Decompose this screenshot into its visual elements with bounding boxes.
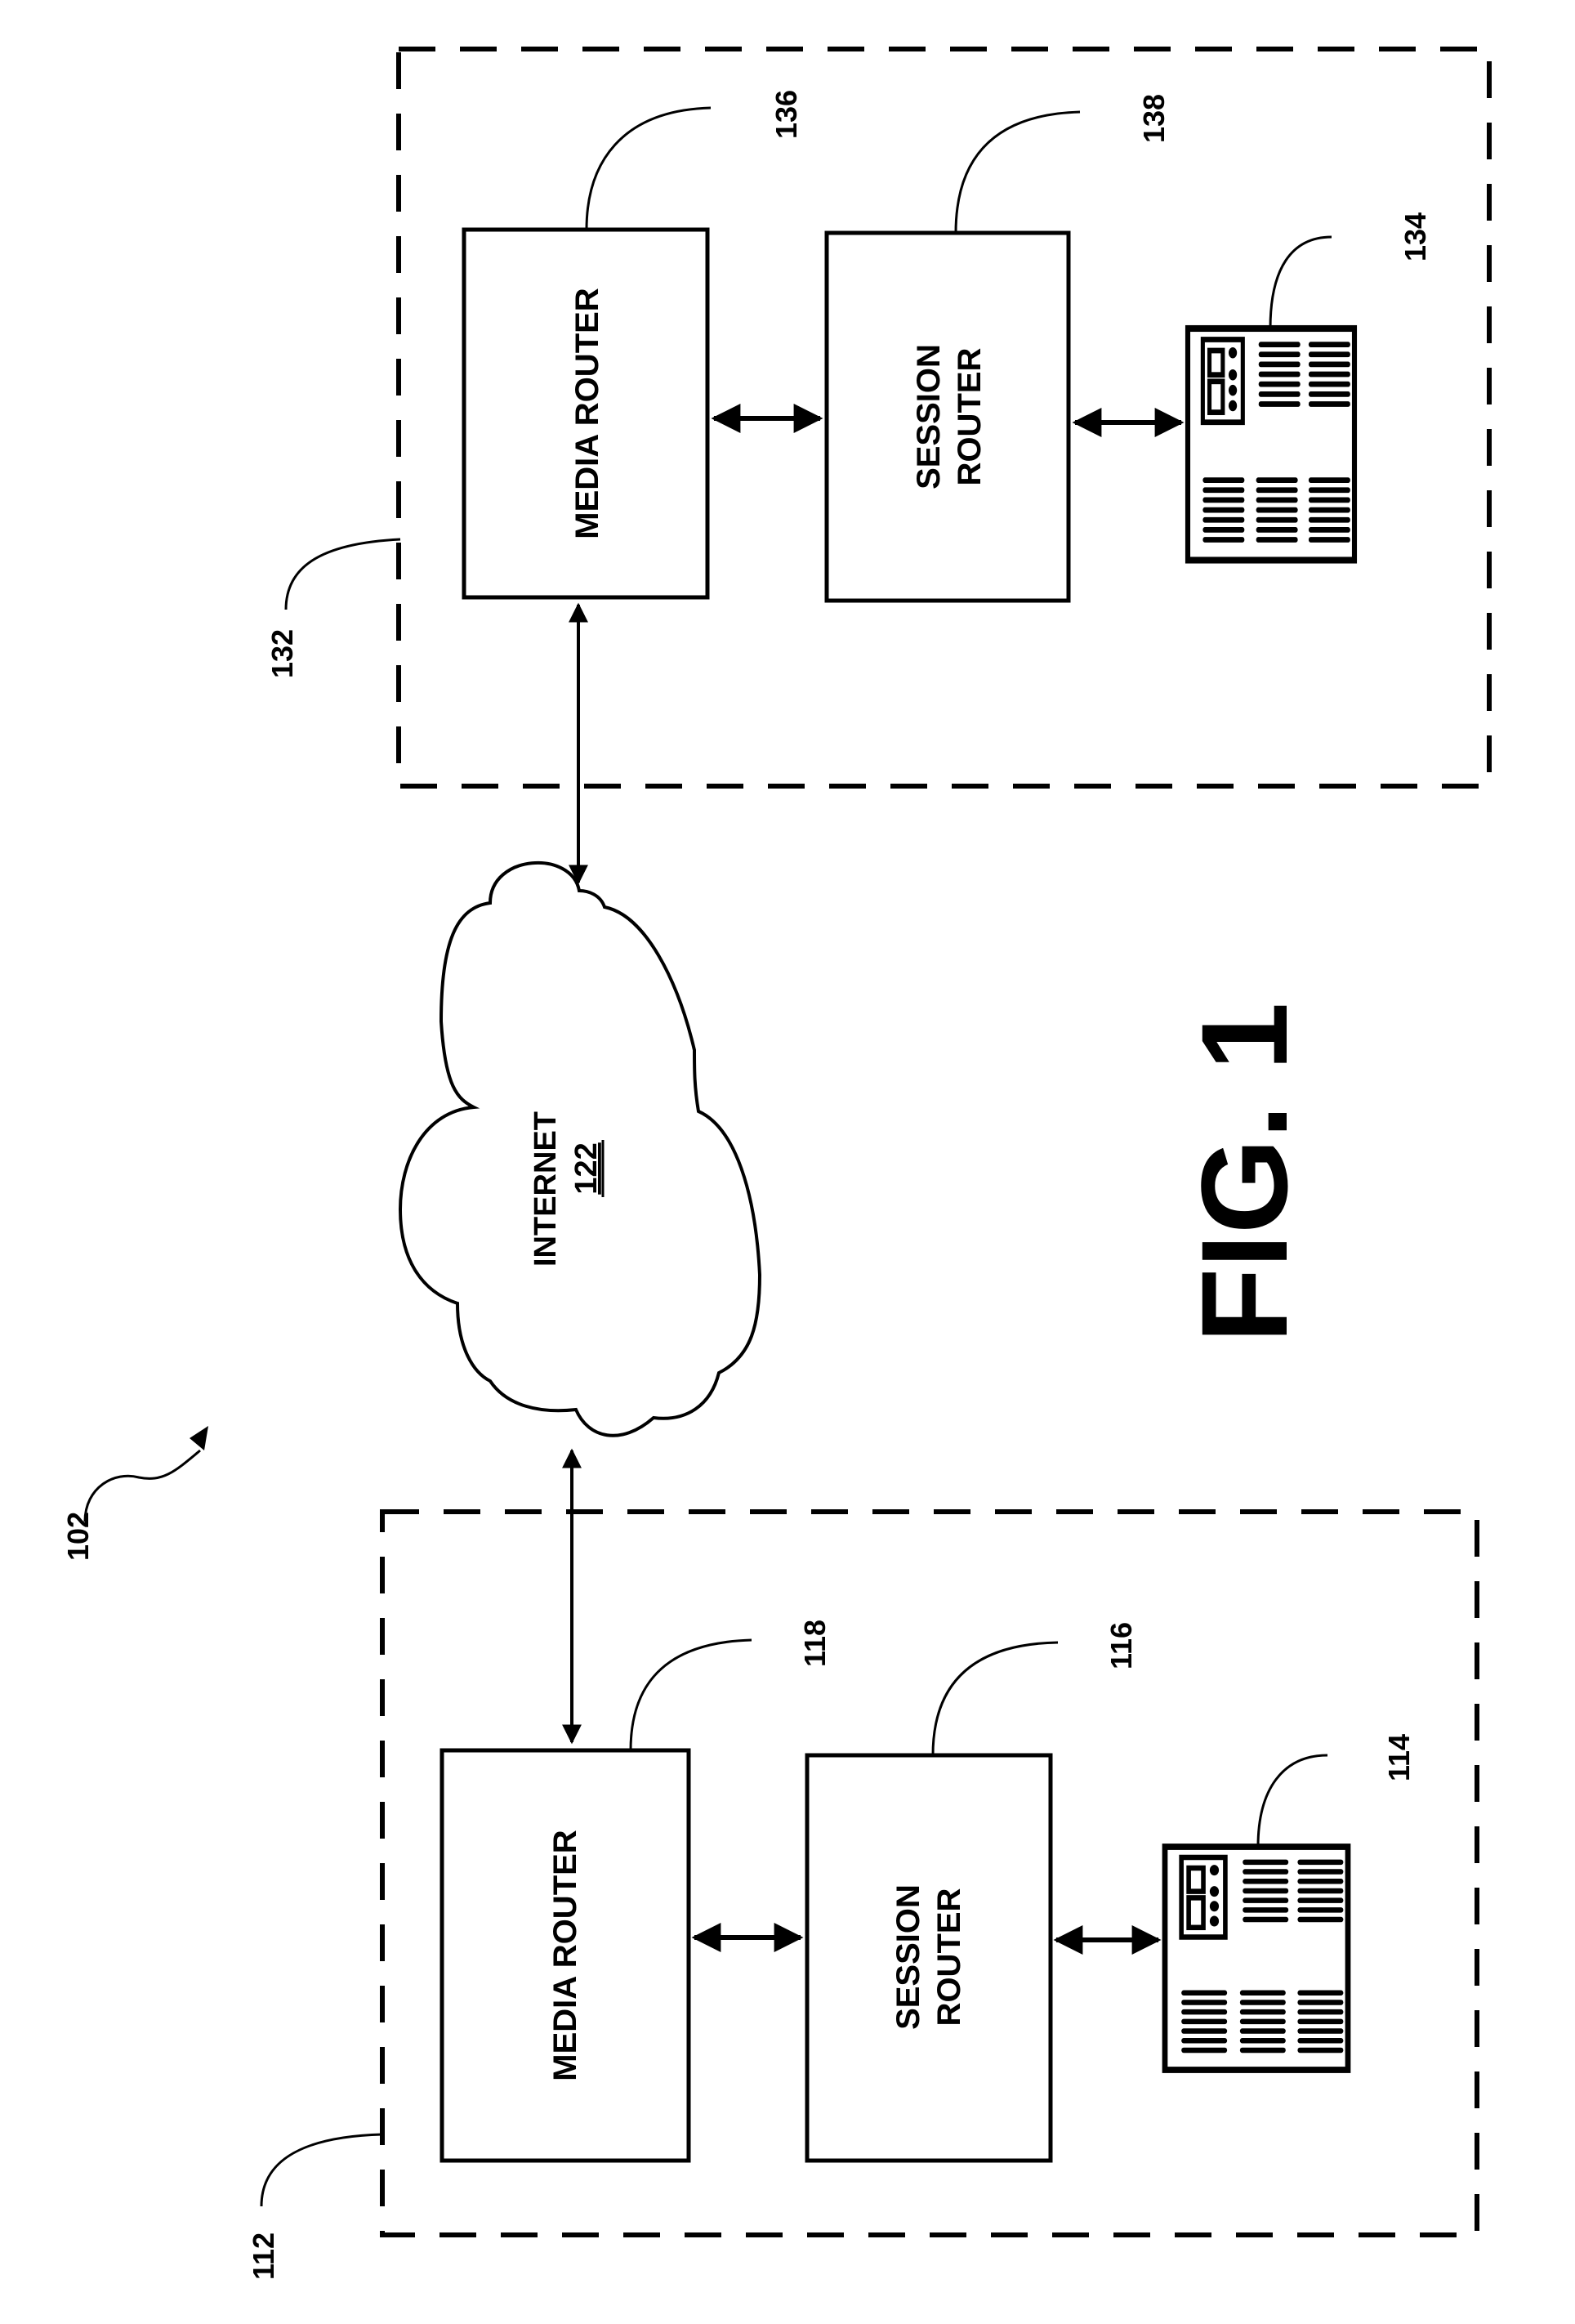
- network-diagram: 102 132 MEDIA ROUTER 136 SESSION ROUTER …: [61, 47, 1492, 2280]
- media-router-leader: [585, 106, 712, 230]
- site-112: 112 MEDIA ROUTER 118 SESSION ROUTER 116 …: [247, 1509, 1479, 2280]
- media-router-leader: [629, 1638, 752, 1751]
- system-ref-label: 102: [61, 1512, 95, 1561]
- ip-phone-icon[interactable]: [1188, 328, 1354, 561]
- internet-label: INTERNET: [529, 1111, 563, 1267]
- session-router-label-line1: SESSION: [890, 1884, 926, 2030]
- session-router-label-line2: ROUTER: [952, 347, 988, 485]
- phone-ref: 134: [1399, 212, 1432, 261]
- site-ref-label: 112: [247, 2232, 280, 2280]
- session-router-leader: [931, 1641, 1059, 1756]
- phone-leader: [1269, 235, 1332, 329]
- site-132: 132 MEDIA ROUTER 136 SESSION ROUTER 138 …: [265, 47, 1492, 789]
- figure-title: FIG. 1: [1176, 1003, 1313, 1343]
- media-router-ref: 136: [770, 90, 803, 139]
- session-router-ref: 138: [1137, 94, 1171, 143]
- session-router-ref: 116: [1104, 1622, 1138, 1669]
- ip-phone-icon[interactable]: [1165, 1847, 1348, 2070]
- site-ref-leader: [260, 2133, 383, 2207]
- session-router-box[interactable]: [824, 230, 1071, 603]
- internet-ref: 122: [569, 1142, 604, 1194]
- session-router-label-line2: ROUTER: [931, 1888, 967, 2026]
- phone-ref: 114: [1382, 1734, 1416, 1781]
- system-ref-arrowhead-icon: [190, 1426, 208, 1450]
- session-router-box[interactable]: [805, 1753, 1053, 2163]
- phone-leader: [1256, 1754, 1328, 1848]
- system-ref-leader: [83, 1449, 201, 1522]
- media-router-label: MEDIA ROUTER: [569, 288, 605, 539]
- session-router-label-line1: SESSION: [911, 344, 947, 489]
- media-router-label: MEDIA ROUTER: [547, 1830, 583, 2081]
- media-router-ref: 118: [798, 1620, 832, 1667]
- internet-cloud: INTERNET 122: [398, 860, 762, 1437]
- site-ref-label: 132: [265, 629, 299, 678]
- system-reference: 102: [61, 1426, 208, 1561]
- site-ref-leader: [284, 538, 401, 610]
- session-router-leader: [954, 110, 1081, 234]
